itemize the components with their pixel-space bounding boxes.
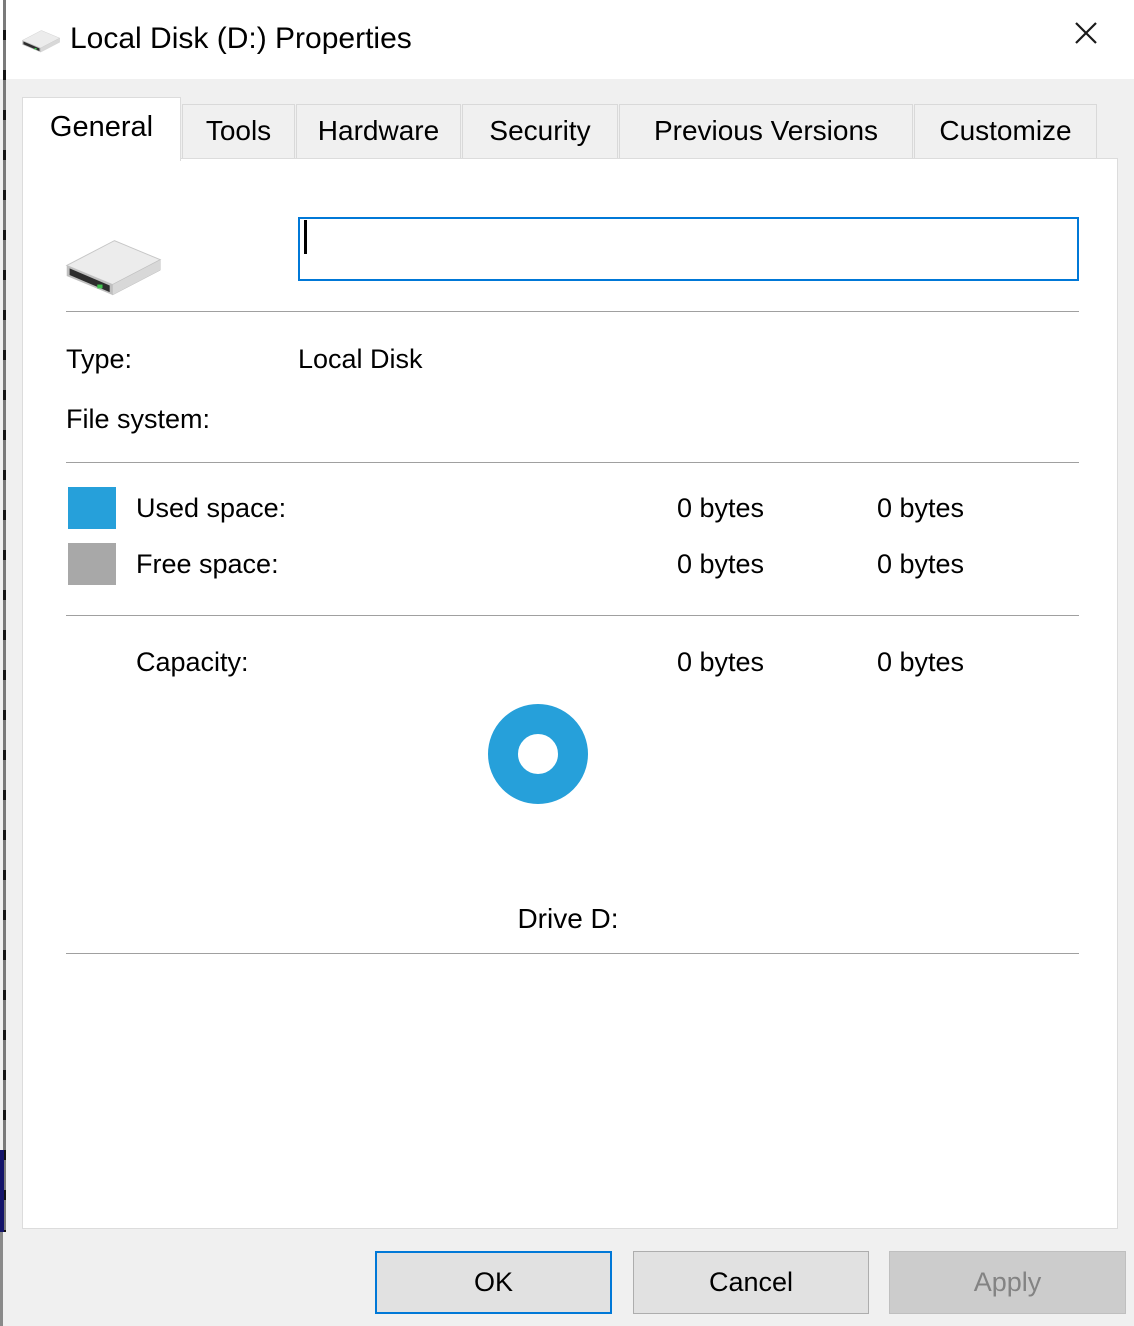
separator xyxy=(66,311,1079,312)
used-space-size: 0 bytes xyxy=(876,493,964,523)
capacity-bytes: 0 bytes xyxy=(676,647,764,677)
separator xyxy=(66,462,1079,463)
screen-edge-artifact xyxy=(0,1150,4,1232)
window-title: Local Disk (D:) Properties xyxy=(70,22,412,55)
free-space-swatch xyxy=(68,543,116,585)
type-label: Type: xyxy=(66,344,133,374)
separator xyxy=(66,615,1079,616)
tab-security[interactable]: Security xyxy=(462,104,618,158)
hard-drive-icon xyxy=(20,25,62,60)
used-space-label: Used space: xyxy=(136,493,287,523)
volume-label-input[interactable] xyxy=(298,217,1079,281)
screen-edge-artifact xyxy=(3,0,6,1232)
drive-caption: Drive D: xyxy=(517,903,619,934)
properties-dialog: Local Disk (D:) Properties General Tools… xyxy=(0,0,1134,1326)
free-space-size: 0 bytes xyxy=(876,549,964,579)
type-value: Local Disk xyxy=(298,344,423,374)
free-space-label: Free space: xyxy=(136,549,279,579)
capacity-size: 0 bytes xyxy=(876,647,964,677)
tab-hardware[interactable]: Hardware xyxy=(296,104,461,158)
disk-usage-pie-chart xyxy=(488,704,588,804)
cancel-button[interactable]: Cancel xyxy=(633,1251,869,1314)
tab-previous-versions[interactable]: Previous Versions xyxy=(619,104,913,158)
used-space-swatch xyxy=(68,487,116,529)
file-system-label: File system: xyxy=(66,404,211,434)
general-tab-page: Type: Local Disk File system: Used space… xyxy=(22,158,1118,1229)
used-space-bytes: 0 bytes xyxy=(676,493,764,523)
capacity-label: Capacity: xyxy=(136,647,249,677)
tab-tools[interactable]: Tools xyxy=(182,104,295,158)
separator xyxy=(66,953,1079,954)
close-button[interactable] xyxy=(1062,10,1110,58)
hard-drive-icon xyxy=(61,227,166,307)
tab-customize[interactable]: Customize xyxy=(914,104,1097,158)
screen-edge-artifact xyxy=(0,1232,3,1326)
close-icon xyxy=(1073,20,1099,49)
titlebar: Local Disk (D:) Properties xyxy=(0,0,1134,79)
apply-button[interactable]: Apply xyxy=(889,1251,1126,1314)
ok-button[interactable]: OK xyxy=(375,1251,612,1314)
free-space-bytes: 0 bytes xyxy=(676,549,764,579)
tab-general[interactable]: General xyxy=(22,97,181,161)
